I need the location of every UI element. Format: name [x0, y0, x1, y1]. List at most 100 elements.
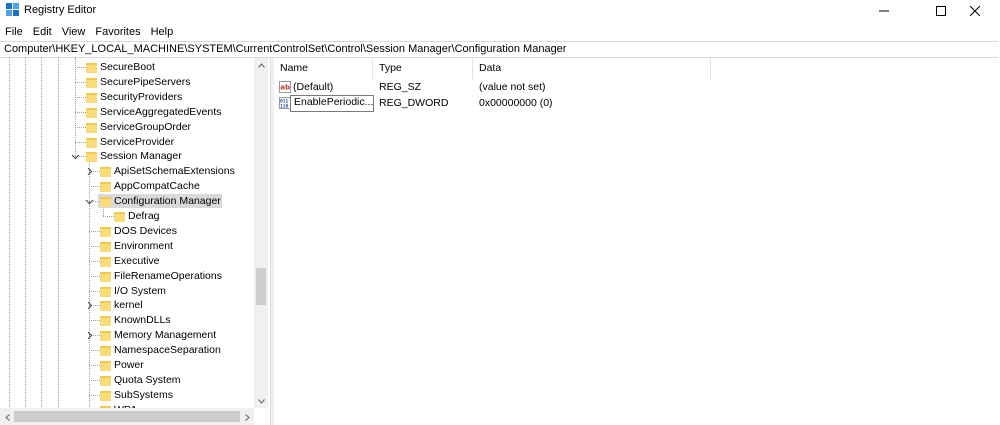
tree-item[interactable]: Executive: [0, 254, 256, 269]
value-data: 0x00000000 (0): [479, 97, 553, 109]
tree-item[interactable]: Quota System: [0, 373, 256, 388]
tree-connector: [89, 350, 100, 352]
menu-help[interactable]: Help: [146, 24, 179, 40]
folder-icon: [100, 256, 111, 267]
tree-item-label: ServiceProvider: [100, 135, 175, 148]
address-path[interactable]: Computer\HKEY_LOCAL_MACHINE\SYSTEM\Curre…: [4, 43, 566, 55]
tree-item[interactable]: Power: [0, 358, 256, 373]
tree-item-label: KnownDLLs: [114, 314, 171, 327]
folder-icon: [86, 77, 97, 88]
tree-item[interactable]: SubSystems: [0, 388, 256, 403]
tree-item[interactable]: Session Manager: [0, 149, 256, 164]
values-list[interactable]: Name Type Data ab (Default) REG_SZ (valu…: [274, 58, 1000, 425]
close-button[interactable]: [952, 0, 998, 22]
tree-item-label: FileRenameOperations: [114, 269, 222, 282]
menu-view[interactable]: View: [57, 24, 91, 40]
tree-connector: [75, 141, 86, 143]
tree-item[interactable]: Defrag: [0, 209, 256, 224]
svg-text:110: 110: [280, 104, 289, 110]
tree-item-label: Defrag: [128, 210, 160, 222]
column-header-data[interactable]: Data: [479, 62, 501, 74]
tree-connector: [89, 186, 100, 188]
tree-item[interactable]: I/O System: [0, 284, 256, 299]
tree-item[interactable]: Configuration Manager: [0, 194, 256, 209]
tree-item-label: SecureBoot: [100, 61, 155, 73]
tree-item-label: ServiceGroupOrder: [100, 120, 192, 133]
folder-icon: [100, 167, 111, 178]
tree-item[interactable]: ServiceProvider: [0, 135, 256, 150]
value-name-input[interactable]: EnablePeriodic...: [294, 96, 373, 108]
tree-item[interactable]: Memory Management: [0, 328, 256, 343]
tree-item[interactable]: SecureBoot: [0, 60, 256, 75]
column-divider[interactable]: [710, 58, 711, 80]
tree-vertical-scroll-thumb[interactable]: [256, 268, 266, 305]
tree-item-label: Memory Management: [114, 329, 217, 342]
tree-horizontal-scroll-thumb[interactable]: [14, 411, 240, 422]
folder-icon: [86, 63, 97, 73]
tree-item[interactable]: KnownDLLs: [0, 313, 256, 328]
value-row[interactable]: 011 110 EnablePeriodic... REG_DWORD 0x00…: [274, 95, 1000, 112]
tree-connector: [89, 320, 100, 322]
column-header-type[interactable]: Type: [379, 62, 402, 74]
tree-item-label: AppCompatCache: [114, 180, 200, 193]
column-divider[interactable]: [372, 58, 373, 80]
folder-icon: [100, 197, 111, 208]
menu-file[interactable]: File: [0, 24, 28, 40]
folder-icon: [100, 331, 111, 342]
tree-item[interactable]: kernel: [0, 298, 256, 313]
scroll-up-arrow-icon[interactable]: [254, 58, 268, 72]
chevron-right-icon[interactable]: [85, 301, 94, 310]
address-bar[interactable]: Computer\HKEY_LOCAL_MACHINE\SYSTEM\Curre…: [0, 41, 998, 58]
folder-icon: [100, 271, 111, 282]
tree-item-label: Configuration Manager: [114, 195, 221, 208]
tree-item-label: SubSystems: [114, 388, 173, 401]
tree-item-label: I/O System: [114, 284, 166, 297]
scroll-down-arrow-icon[interactable]: [254, 394, 268, 408]
tree-item[interactable]: AppCompatCache: [0, 179, 256, 194]
tree-item[interactable]: ServiceAggregatedEvents: [0, 105, 256, 120]
close-icon: [970, 6, 980, 16]
tree-item[interactable]: ServiceGroupOrder: [0, 120, 256, 135]
chevron-down-icon[interactable]: [71, 152, 80, 161]
tree-item[interactable]: NamespaceSeparation: [0, 343, 256, 358]
column-divider[interactable]: [472, 58, 473, 80]
folder-icon: [100, 390, 111, 401]
chevron-right-icon[interactable]: [85, 167, 94, 176]
tree-connector: [75, 126, 86, 128]
minimize-button[interactable]: [861, 0, 907, 22]
value-row[interactable]: ab (Default) REG_SZ (value not set): [274, 80, 1000, 95]
tree-item-label: Environment: [114, 239, 173, 252]
tree-connector: [89, 260, 100, 262]
folder-icon: [100, 316, 111, 327]
value-data: (value not set): [479, 81, 546, 93]
menu-favorites[interactable]: Favorites: [90, 24, 145, 40]
tree-item[interactable]: DOS Devices: [0, 224, 256, 239]
tree-item-label: SecurePipeServers: [100, 75, 191, 88]
tree-connector: [89, 230, 100, 232]
folder-icon: [100, 241, 111, 252]
tree-vertical-scrollbar[interactable]: [254, 58, 268, 408]
tree-connector: [89, 290, 100, 292]
chevron-down-icon[interactable]: [85, 197, 94, 206]
folder-icon: [100, 301, 111, 312]
title-bar: Registry Editor: [0, 0, 1000, 22]
folder-icon: [100, 182, 111, 193]
rename-edit-box[interactable]: EnablePeriodic...: [290, 95, 374, 112]
tree-item[interactable]: SecurePipeServers: [0, 75, 256, 90]
folder-icon: [86, 107, 97, 118]
tree-item-label: SecurityProviders: [100, 90, 183, 103]
scroll-left-arrow-icon[interactable]: [0, 410, 14, 424]
folder-icon: [86, 152, 97, 163]
scroll-right-arrow-icon[interactable]: [240, 410, 254, 424]
tree-item[interactable]: FileRenameOperations: [0, 269, 256, 284]
key-tree[interactable]: SecureBoot SecurePipeServers SecurityProvi…: [0, 58, 270, 425]
tree-connector: [103, 216, 114, 217]
tree-item[interactable]: ApiSetSchemaExtensions: [0, 164, 256, 179]
menu-edit[interactable]: Edit: [28, 24, 57, 40]
folder-icon: [114, 212, 125, 222]
column-header-name[interactable]: Name: [280, 62, 308, 74]
tree-item[interactable]: Environment: [0, 239, 256, 254]
chevron-right-icon[interactable]: [85, 331, 94, 340]
value-type: REG_SZ: [379, 81, 422, 93]
tree-item[interactable]: SecurityProviders: [0, 90, 256, 105]
